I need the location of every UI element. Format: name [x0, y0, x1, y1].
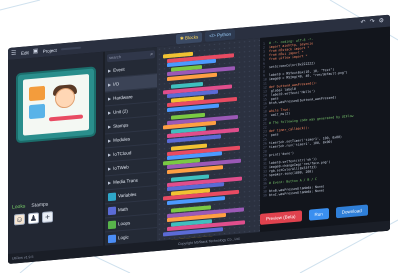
expand-arrow-icon: ▶: [108, 165, 112, 172]
block-categories: search ⌕ ▶ Event ▶ I/O ▶ Hardware ▶ Unit (2) ▶ St…: [105, 46, 157, 264]
category-label: Math: [118, 206, 129, 213]
blocks-mode-label: Blocks: [185, 34, 199, 41]
expand-arrow-icon: ▶: [108, 109, 112, 116]
code-text: pass: [269, 132, 279, 138]
device-screen: [16, 66, 96, 144]
avatar-face-icon[interactable]: [55, 87, 75, 109]
file-name-field[interactable]: [60, 46, 81, 51]
folder-icon[interactable]: ▣: [33, 48, 39, 54]
device-preview-panel: Looks Stamps ☺ ♟ +: [8, 51, 103, 264]
expand-arrow-icon: ▶: [108, 151, 112, 158]
toolbar-right: ↶ ↷ ⚙: [361, 17, 384, 26]
category-label: Event: [113, 66, 125, 73]
edit-menu[interactable]: Edit: [21, 50, 29, 56]
block-workspace[interactable]: [157, 37, 260, 251]
sprite-avatar-icon[interactable]: ☺: [14, 213, 25, 226]
category-label: Variables: [118, 191, 137, 199]
menu-icon[interactable]: ☰: [11, 50, 17, 56]
category-label: Modules: [113, 136, 131, 143]
tab-looks[interactable]: Looks: [12, 203, 25, 210]
run-button[interactable]: Run: [308, 207, 329, 221]
add-sprite-icon[interactable]: +: [42, 211, 53, 224]
category-label: Logic: [118, 234, 129, 241]
expand-arrow-icon: ▶: [108, 81, 112, 88]
category-label: Media Trans: [113, 177, 138, 185]
search-icon[interactable]: ⌕: [150, 50, 153, 58]
tab-stamps[interactable]: Stamps: [31, 201, 48, 208]
category-color-icon: [108, 220, 116, 229]
category-label: I/O: [113, 81, 120, 87]
ui-element-image[interactable]: [29, 85, 45, 102]
redo-icon[interactable]: ↷: [370, 18, 375, 25]
category-label: IoTWeb: [113, 164, 129, 171]
search-placeholder: search: [109, 54, 122, 61]
sprite-list: ☺ ♟ +: [14, 211, 53, 226]
expand-arrow-icon: ▶: [108, 95, 112, 102]
settings-icon[interactable]: ⚙: [379, 17, 384, 24]
expand-arrow-icon: ▶: [108, 123, 112, 130]
ui-element-label[interactable]: [29, 103, 45, 120]
version-text: UIFlow v1.9.5: [12, 254, 34, 261]
category-color-icon: [108, 192, 116, 201]
screen-canvas[interactable]: [23, 73, 89, 136]
category-color-icon: [108, 206, 116, 215]
expand-arrow-icon: ▶: [108, 67, 112, 74]
category-label: Hardware: [113, 94, 133, 101]
ui-element-bar[interactable]: [49, 114, 83, 122]
category-label: Stamps: [113, 122, 129, 129]
category-label: IoTCloud: [113, 150, 132, 157]
expand-arrow-icon: ▶: [108, 137, 112, 144]
category-color-icon: [108, 234, 116, 243]
uiflow-app-window: ☰ Edit ▣ Project ✱ Blocks </> Python ↶ ↷…: [8, 14, 390, 264]
undo-icon[interactable]: ↶: [361, 19, 366, 26]
category-label: Unit (2): [113, 108, 128, 115]
expand-arrow-icon: ▶: [108, 179, 112, 186]
sprite-person-icon[interactable]: ♟: [28, 212, 39, 225]
category-label: Loops: [118, 220, 131, 227]
project-menu[interactable]: Project: [43, 47, 57, 53]
stage-tabs: Looks Stamps: [12, 201, 48, 210]
